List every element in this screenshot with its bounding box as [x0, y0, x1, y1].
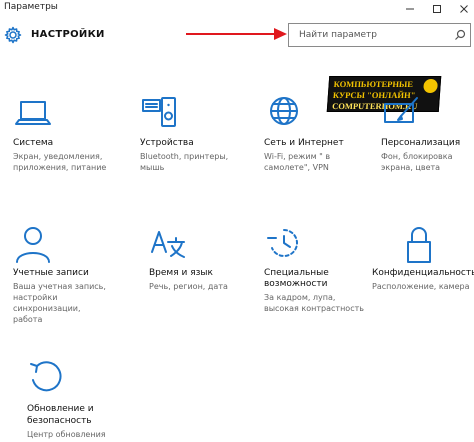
tile-label: Сеть и Интернет: [264, 138, 344, 148]
personalization-icon: [384, 97, 418, 123]
tile-privacy[interactable]: Конфиденциальность Расположение, камера: [372, 226, 474, 306]
tile-label: Специальные: [264, 268, 329, 278]
tile-description: экрана, цвета: [381, 163, 441, 172]
tile-description: Фон, блокировка: [381, 152, 453, 161]
search-icon[interactable]: [454, 29, 466, 41]
search-box[interactable]: [288, 23, 471, 47]
tile-update-security[interactable]: Обновление и безопасность Центр обновлен…: [27, 360, 145, 442]
tile-label-line-2: безопасность: [27, 416, 92, 426]
lock-icon: [407, 227, 431, 263]
gear-icon: [4, 26, 22, 44]
tile-label: Время и язык: [149, 268, 213, 278]
language-icon: [151, 231, 185, 258]
laptop-icon: [15, 101, 51, 125]
devices-icon: [142, 97, 176, 127]
tile-description: Речь, регион, дата: [149, 282, 228, 291]
maximize-icon: [433, 4, 441, 13]
tile-personalization[interactable]: Персонализация Фон, блокировка экрана, ц…: [381, 96, 474, 176]
tile-label: Конфиденциальность: [372, 268, 474, 278]
title-bar: Параметры: [0, 0, 474, 17]
close-button[interactable]: [452, 0, 474, 17]
tile-label: Обновление и: [27, 404, 94, 414]
tile-label: Система: [13, 138, 54, 148]
tile-description: мышь: [140, 163, 165, 172]
tile-description: работа: [13, 315, 43, 324]
tile-label: Персонализация: [381, 138, 461, 148]
tile-description: Wi-Fi, режим " в: [264, 152, 331, 161]
tile-description: Bluetooth, принтеры,: [140, 152, 229, 161]
tile-label: Устройства: [140, 138, 194, 148]
tile-description: высокая контрастность: [264, 304, 364, 313]
page-title: НАСТРОЙКИ: [31, 29, 105, 40]
tile-time-language[interactable]: Время и язык Речь, регион, дата: [149, 226, 267, 306]
tile-description: приложения, питание: [13, 163, 107, 172]
search-input[interactable]: [289, 24, 449, 46]
tile-label: Учетные записи: [13, 268, 89, 278]
window-title: Параметры: [4, 2, 58, 12]
tile-description: За кадром, лупа,: [264, 293, 336, 302]
user-icon: [16, 227, 50, 263]
tile-description: Ваша учетная запись,: [13, 282, 106, 291]
minimize-button[interactable]: [398, 0, 422, 17]
tile-description: Экран, уведомления,: [13, 152, 103, 161]
tile-system[interactable]: Система Экран, уведомления, приложения, …: [13, 96, 131, 176]
tile-label-line-2: возможности: [264, 279, 328, 289]
tile-network[interactable]: Сеть и Интернет Wi-Fi, режим " в самолет…: [264, 96, 382, 176]
tile-accessibility[interactable]: Специальные возможности За кадром, лупа,…: [264, 226, 382, 316]
accessibility-icon: [267, 229, 298, 257]
globe-icon: [270, 97, 298, 125]
update-icon: [30, 361, 62, 392]
annotation-arrow-icon: [186, 28, 287, 40]
tile-description: Расположение, камера: [372, 282, 470, 291]
tile-description: настройки: [13, 293, 58, 302]
tile-description: синхронизации,: [13, 304, 81, 313]
maximize-button[interactable]: [425, 0, 449, 17]
close-icon: [460, 4, 468, 13]
tile-accounts[interactable]: Учетные записи Ваша учетная запись, наст…: [13, 226, 131, 326]
minimize-icon: [406, 8, 414, 9]
tile-description: самолете", VPN: [264, 163, 329, 172]
watermark-line-1: КОМПЬЮТЕРНЫЕ: [333, 79, 414, 89]
tile-devices[interactable]: Устройства Bluetooth, принтеры, мышь: [140, 96, 258, 176]
watermark-sun-icon: [423, 79, 439, 93]
tile-description: Центр обновления: [27, 430, 106, 439]
